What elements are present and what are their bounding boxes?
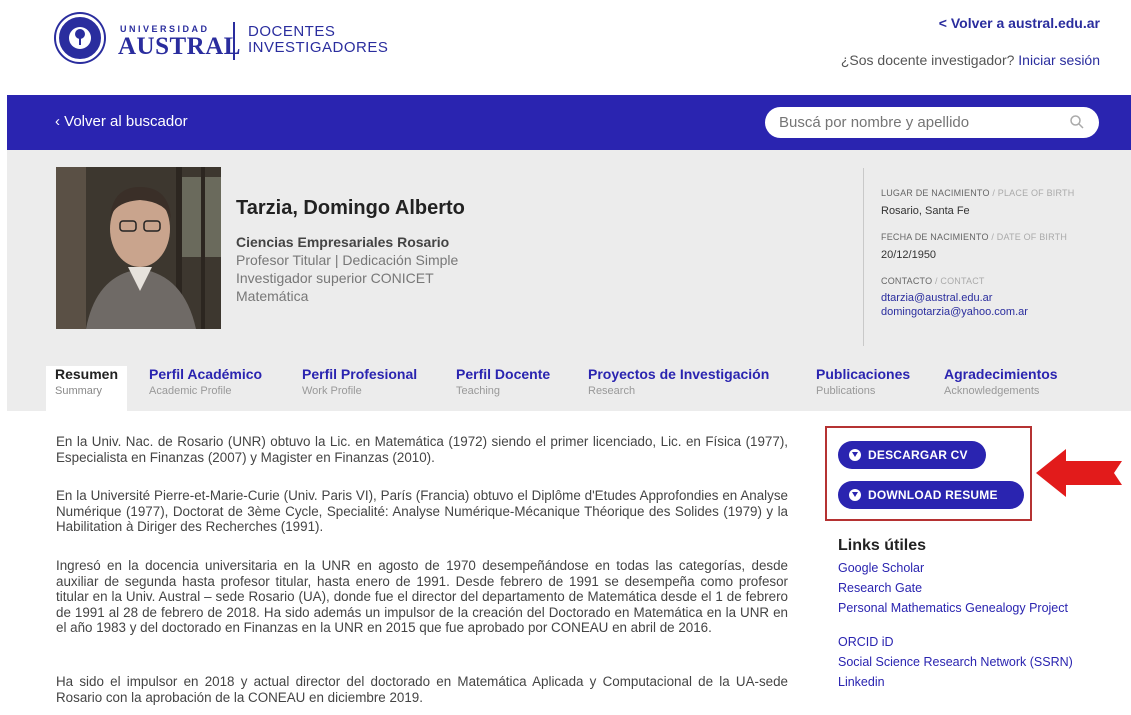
link-orcid[interactable]: ORCID iD [838,636,1108,649]
tab-perfil-docente[interactable]: Perfil Docente Teaching [456,366,550,411]
profile-photo [56,167,221,329]
tab-label: Publicaciones [816,366,911,382]
logo-subtitle: DOCENTES INVESTIGADORES [248,24,388,56]
download-resume-button[interactable]: DOWNLOAD RESUME [838,481,1024,509]
tab-sublabel: Research [588,385,636,397]
search-input[interactable] [765,107,1099,138]
summary-paragraph: Ha sido el impulsor en 2018 y actual dir… [56,674,788,705]
tab-perfil-academico[interactable]: Perfil Académico Academic Profile [149,366,262,411]
login-question: ¿Sos docente investigador? [840,52,1015,68]
login-prompt: ¿Sos docente investigador? Iniciar sesió… [841,52,1100,68]
profile-department: Ciencias Empresariales Rosario [236,234,450,250]
site-header: UNIVERSIDAD AUSTRAL DOCENTES INVESTIGADO… [0,0,1131,95]
profile-role: Matemática [236,288,309,304]
red-arrow-icon [1036,449,1122,497]
tab-sublabel: Acknowledgements [944,385,1040,397]
birth-place-label-es: LUGAR DE NACIMIENTO [881,188,990,198]
tab-publicaciones[interactable]: Publicaciones Publications [816,366,910,411]
tab-resumen[interactable]: Resumen Summary [46,366,128,411]
contact-label-en: / CONTACT [934,276,985,286]
search-icon[interactable] [1069,114,1085,130]
download-icon [849,449,861,461]
contact-label: CONTACTO / CONTACT [881,276,985,286]
link-ssrn[interactable]: Social Science Research Network (SSRN) [838,656,1108,669]
birth-place-value: Rosario, Santa Fe [881,205,970,217]
tab-proyectos-investigacion[interactable]: Proyectos de Investigación Research [588,366,769,411]
link-research-gate[interactable]: Research Gate [838,582,1108,595]
tab-sublabel: Summary [55,385,103,397]
profile-role: Profesor Titular | Dedicación Simple [236,252,459,268]
logo-subtitle-line-2: INVESTIGADORES [248,39,389,56]
logo-austral-text[interactable]: AUSTRAL [118,33,241,61]
links-title: Links útiles [838,537,927,554]
download-cv-button[interactable]: DESCARGAR CV [838,441,986,469]
tab-label: Perfil Profesional [302,366,418,382]
download-cv-label: DESCARGAR CV [868,448,968,462]
tab-sublabel: Publications [816,385,876,397]
profile-name: Tarzia, Domingo Alberto [236,197,465,219]
birth-place-label-en: / PLACE OF BIRTH [992,188,1075,198]
university-seal-logo[interactable] [56,14,104,62]
tab-label: Perfil Académico [149,366,263,382]
tab-sublabel: Academic Profile [149,385,232,397]
back-to-search-link[interactable]: ‹ Volver al buscador [55,113,188,130]
info-divider [863,168,864,346]
birth-date-label: FECHA DE NACIMIENTO / DATE OF BIRTH [881,232,1067,242]
tab-agradecimientos[interactable]: Agradecimientos Acknowledgements [944,366,1058,411]
tab-label: Resumen [55,366,119,382]
summary-paragraph: En la Univ. Nac. de Rosario (UNR) obtuvo… [56,434,788,465]
tab-sublabel: Teaching [456,385,501,397]
summary-paragraph: En la Université Pierre-et-Marie-Curie (… [56,488,788,534]
summary-paragraph: Ingresó en la docencia universitaria en … [56,558,788,635]
back-to-austral-link[interactable]: < Volver a austral.edu.ar [939,15,1100,31]
contact-label-es: CONTACTO [881,276,933,286]
contact-email[interactable]: domingotarzia@yahoo.com.ar [881,306,1028,318]
tab-label: Perfil Docente [456,366,551,382]
tab-label: Agradecimientos [944,366,1058,382]
link-linkedin[interactable]: Linkedin [838,676,1108,689]
tab-perfil-profesional[interactable]: Perfil Profesional Work Profile [302,366,417,411]
download-icon [849,489,861,501]
search-band: ‹ Volver al buscador [7,95,1131,150]
tab-label: Proyectos de Investigación [588,366,770,382]
logo-subtitle-line-1: DOCENTES [248,23,336,40]
birth-date-label-es: FECHA DE NACIMIENTO [881,232,989,242]
profile-role: Investigador superior CONICET [236,270,434,286]
profile-section: Tarzia, Domingo Alberto Ciencias Empresa… [7,150,1131,411]
birth-date-value: 20/12/1950 [881,249,937,261]
link-math-genealogy[interactable]: Personal Mathematics Genealogy Project [838,602,1108,615]
link-google-scholar[interactable]: Google Scholar [838,562,1108,575]
tree-icon [75,29,85,45]
birth-date-label-en: / DATE OF BIRTH [991,232,1068,242]
download-resume-label: DOWNLOAD RESUME [868,488,998,502]
login-link[interactable]: Iniciar sesión [1018,52,1100,68]
birth-place-label: LUGAR DE NACIMIENTO / PLACE OF BIRTH [881,188,1074,198]
contact-email[interactable]: dtarzia@austral.edu.ar [881,292,992,304]
logo-divider [233,22,235,60]
tab-sublabel: Work Profile [302,385,362,397]
